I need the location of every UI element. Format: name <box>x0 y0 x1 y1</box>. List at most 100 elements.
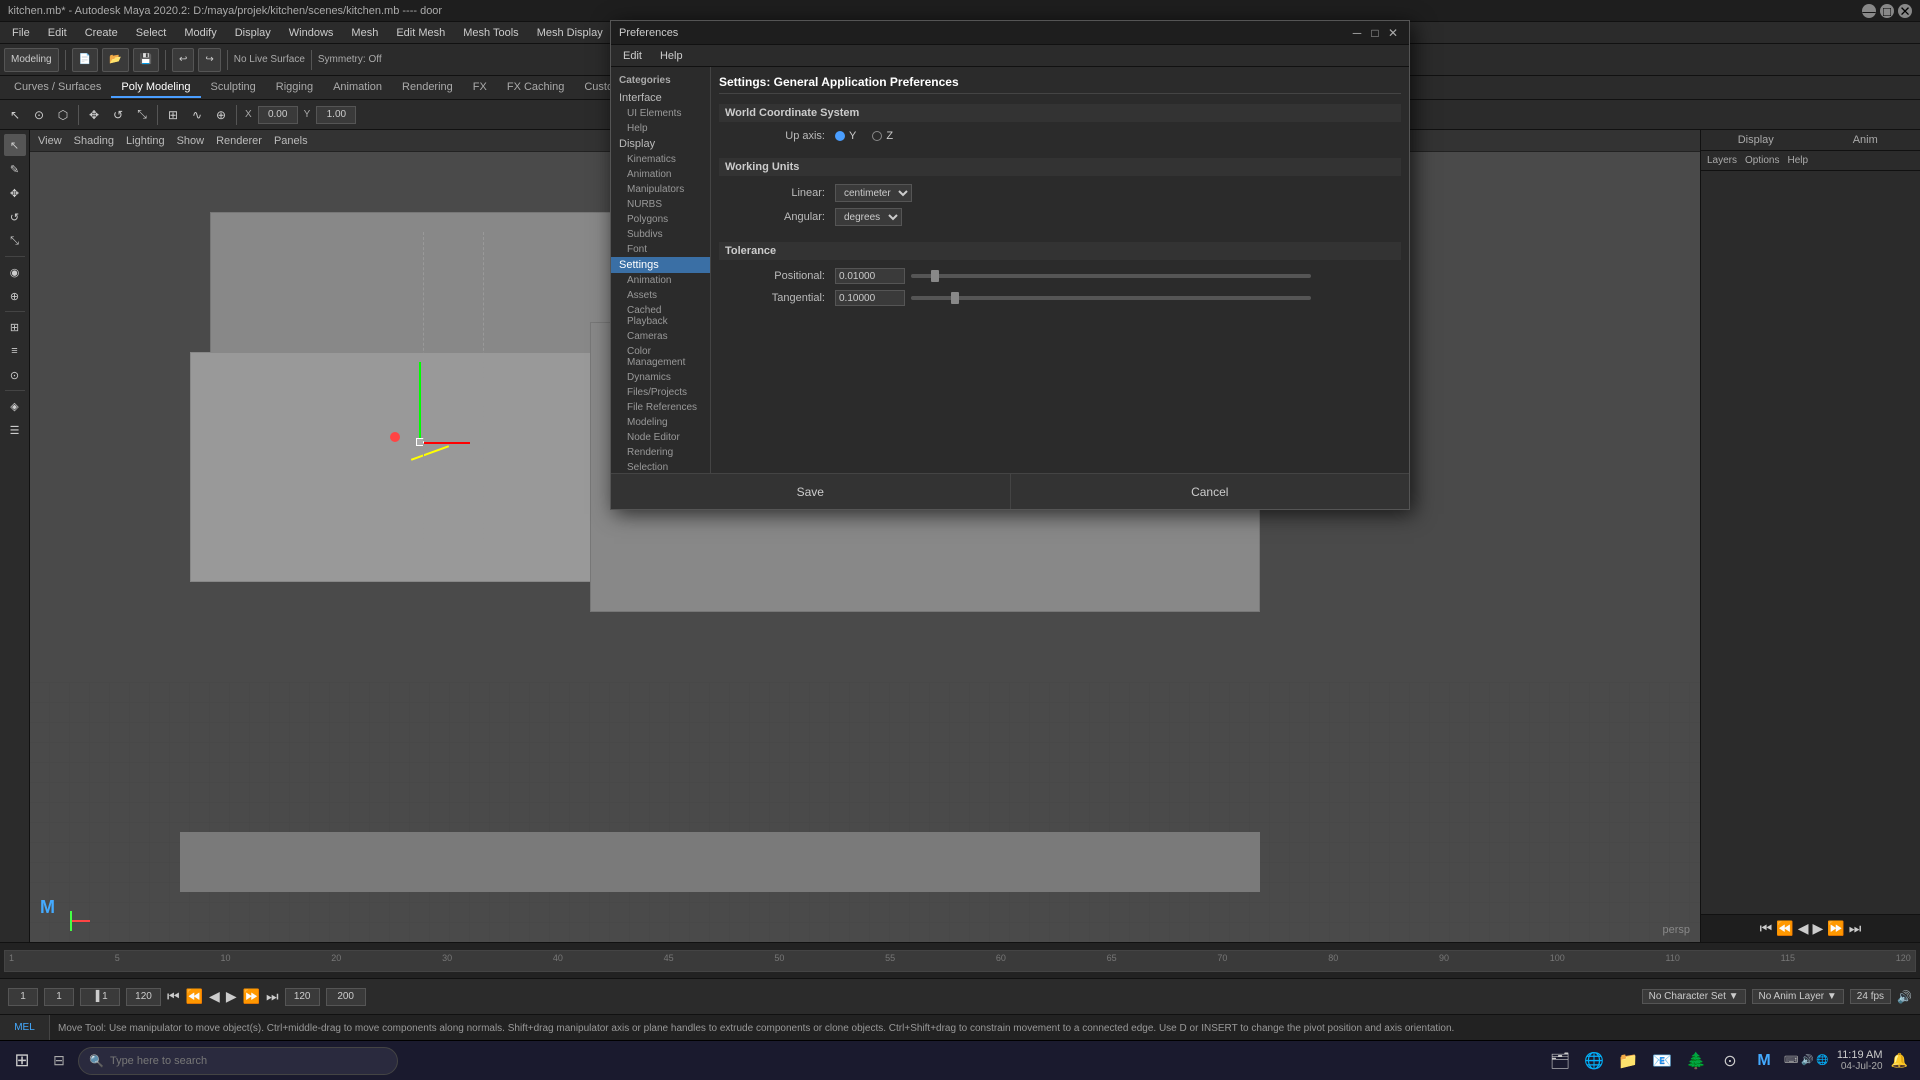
cat-help[interactable]: Help <box>611 121 710 136</box>
cat-selection[interactable]: Selection <box>611 460 710 473</box>
cat-nurbs[interactable]: NURBS <box>611 197 710 212</box>
attr-editor-btn[interactable]: ⊙ <box>4 364 26 386</box>
cat-modeling[interactable]: Modeling <box>611 415 710 430</box>
new-scene[interactable]: 📄 <box>72 48 98 72</box>
tab-fx[interactable]: FX <box>463 78 497 98</box>
rpanel-options[interactable]: Options <box>1745 155 1779 166</box>
prefs-close[interactable]: ✕ <box>1385 25 1401 41</box>
tangential-slider-thumb[interactable] <box>951 292 959 304</box>
tab-curves-surfaces[interactable]: Curves / Surfaces <box>4 78 111 98</box>
taskbar-maya[interactable]: M <box>1748 1045 1780 1077</box>
maximize-button[interactable]: □ <box>1880 4 1894 18</box>
notification-btn[interactable]: 🔔 <box>1891 1052 1908 1069</box>
up-axis-y-option[interactable]: Y <box>835 130 856 142</box>
menu-modify[interactable]: Modify <box>176 25 224 41</box>
cat-manipulators[interactable]: Manipulators <box>611 182 710 197</box>
taskbar-file-explorer[interactable]: 🗂 <box>1544 1045 1576 1077</box>
prefs-minimize[interactable]: ─ <box>1349 25 1365 41</box>
sound-btn[interactable]: 🔊 <box>1897 990 1912 1004</box>
step-fwd-btn[interactable]: ⏩ <box>1827 920 1844 937</box>
vp-renderer[interactable]: Renderer <box>216 135 262 147</box>
open-scene[interactable]: 📂 <box>102 48 128 72</box>
timeline-track[interactable]: 1 5 10 20 30 40 45 50 55 60 65 70 80 90 … <box>4 950 1916 972</box>
menu-edit-mesh[interactable]: Edit Mesh <box>388 25 453 41</box>
linear-dropdown[interactable]: centimeter millimeter meter inch foot <box>835 184 912 202</box>
soft-select-btn[interactable]: ◉ <box>4 261 26 283</box>
bc-play[interactable]: ▶ <box>226 988 237 1005</box>
snap-grid[interactable]: ⊞ <box>162 104 184 126</box>
play-btn[interactable]: ▶ <box>1813 920 1824 937</box>
rpanel-layers[interactable]: Layers <box>1707 155 1737 166</box>
history-btn[interactable]: ≡ <box>4 340 26 362</box>
cat-color-management[interactable]: Color Management <box>611 344 710 370</box>
move-tool[interactable]: ✥ <box>83 104 105 126</box>
cat-settings-animation[interactable]: Animation <box>611 273 710 288</box>
cat-settings[interactable]: Settings <box>611 257 710 273</box>
menu-select[interactable]: Select <box>128 25 175 41</box>
playback-start[interactable] <box>285 988 320 1006</box>
menu-windows[interactable]: Windows <box>281 25 342 41</box>
positional-slider-track[interactable] <box>911 274 1311 278</box>
cat-animation[interactable]: Animation <box>611 167 710 182</box>
cat-ui-elements[interactable]: UI Elements <box>611 106 710 121</box>
select-mode-btn[interactable]: ↖ <box>4 134 26 156</box>
close-button[interactable]: ✕ <box>1898 4 1912 18</box>
cat-file-references[interactable]: File References <box>611 400 710 415</box>
taskbar-mail[interactable]: 📧 <box>1646 1045 1678 1077</box>
start-button[interactable]: ⊞ <box>4 1043 40 1079</box>
tab-sculpting[interactable]: Sculpting <box>201 78 266 98</box>
bc-step-back[interactable]: ⏪ <box>186 988 203 1005</box>
vp-view[interactable]: View <box>38 135 62 147</box>
vp-panels[interactable]: Panels <box>274 135 308 147</box>
undo[interactable]: ↩ <box>172 48 194 72</box>
scale-mode-btn[interactable]: ⤡ <box>4 230 26 252</box>
rotate-mode-btn[interactable]: ↺ <box>4 206 26 228</box>
vp-shading[interactable]: Shading <box>74 135 114 147</box>
redo[interactable]: ↪ <box>198 48 220 72</box>
tab-rigging[interactable]: Rigging <box>266 78 323 98</box>
snap-curve[interactable]: ∿ <box>186 104 208 126</box>
select-tool[interactable]: ↖ <box>4 104 26 126</box>
positional-input[interactable]: 0.01000 <box>835 268 905 284</box>
search-box[interactable]: 🔍 Type here to search <box>78 1047 398 1075</box>
goto-start-btn[interactable]: ⏮ <box>1760 920 1773 937</box>
minimize-button[interactable]: — <box>1862 4 1876 18</box>
taskbar-edge[interactable]: 🌐 <box>1578 1045 1610 1077</box>
anim-layer-dropdown[interactable]: No Anim Layer ▼ <box>1752 989 1844 1004</box>
menu-edit[interactable]: Edit <box>40 25 75 41</box>
prefs-cancel-button[interactable]: Cancel <box>1011 474 1410 509</box>
up-axis-z-option[interactable]: Z <box>872 130 893 142</box>
lasso-tool[interactable]: ⊙ <box>28 104 50 126</box>
move-mode-btn[interactable]: ✥ <box>4 182 26 204</box>
frame-end-input[interactable]: 120 <box>126 988 161 1006</box>
cat-polygons[interactable]: Polygons <box>611 212 710 227</box>
prefs-menu-help[interactable]: Help <box>652 48 691 64</box>
save-scene[interactable]: 💾 <box>133 48 159 72</box>
cat-display[interactable]: Display <box>611 136 710 152</box>
translate-y-input[interactable]: 1.00 <box>316 106 356 124</box>
menu-display[interactable]: Display <box>227 25 279 41</box>
translate-x-input[interactable]: 0.00 <box>258 106 298 124</box>
menu-mesh[interactable]: Mesh <box>343 25 386 41</box>
playback-end[interactable]: 200 <box>326 988 366 1006</box>
taskbar-folder[interactable]: 📁 <box>1612 1045 1644 1077</box>
prefs-menu-edit[interactable]: Edit <box>615 48 650 64</box>
taskbar-app1[interactable]: 🌲 <box>1680 1045 1712 1077</box>
cat-dynamics[interactable]: Dynamics <box>611 370 710 385</box>
angular-dropdown[interactable]: degrees radians <box>835 208 902 226</box>
menu-mesh-tools[interactable]: Mesh Tools <box>455 25 526 41</box>
menu-mesh-display[interactable]: Mesh Display <box>529 25 611 41</box>
rpanel-anim-tab[interactable]: Anim <box>1811 130 1920 150</box>
cat-subdivs[interactable]: Subdivs <box>611 227 710 242</box>
play-back-btn[interactable]: ◀ <box>1798 920 1809 937</box>
rpanel-help[interactable]: Help <box>1787 155 1808 166</box>
bc-play-back[interactable]: ◀ <box>209 988 220 1005</box>
node-editor-btn[interactable]: ◈ <box>4 395 26 417</box>
vp-show[interactable]: Show <box>177 135 205 147</box>
char-set-dropdown[interactable]: No Character Set ▼ <box>1642 989 1746 1004</box>
snap-settings-btn[interactable]: ⊞ <box>4 316 26 338</box>
cat-rendering[interactable]: Rendering <box>611 445 710 460</box>
paint-btn[interactable]: ✎ <box>4 158 26 180</box>
snap-point[interactable]: ⊕ <box>210 104 232 126</box>
step-back-btn[interactable]: ⏪ <box>1776 920 1793 937</box>
